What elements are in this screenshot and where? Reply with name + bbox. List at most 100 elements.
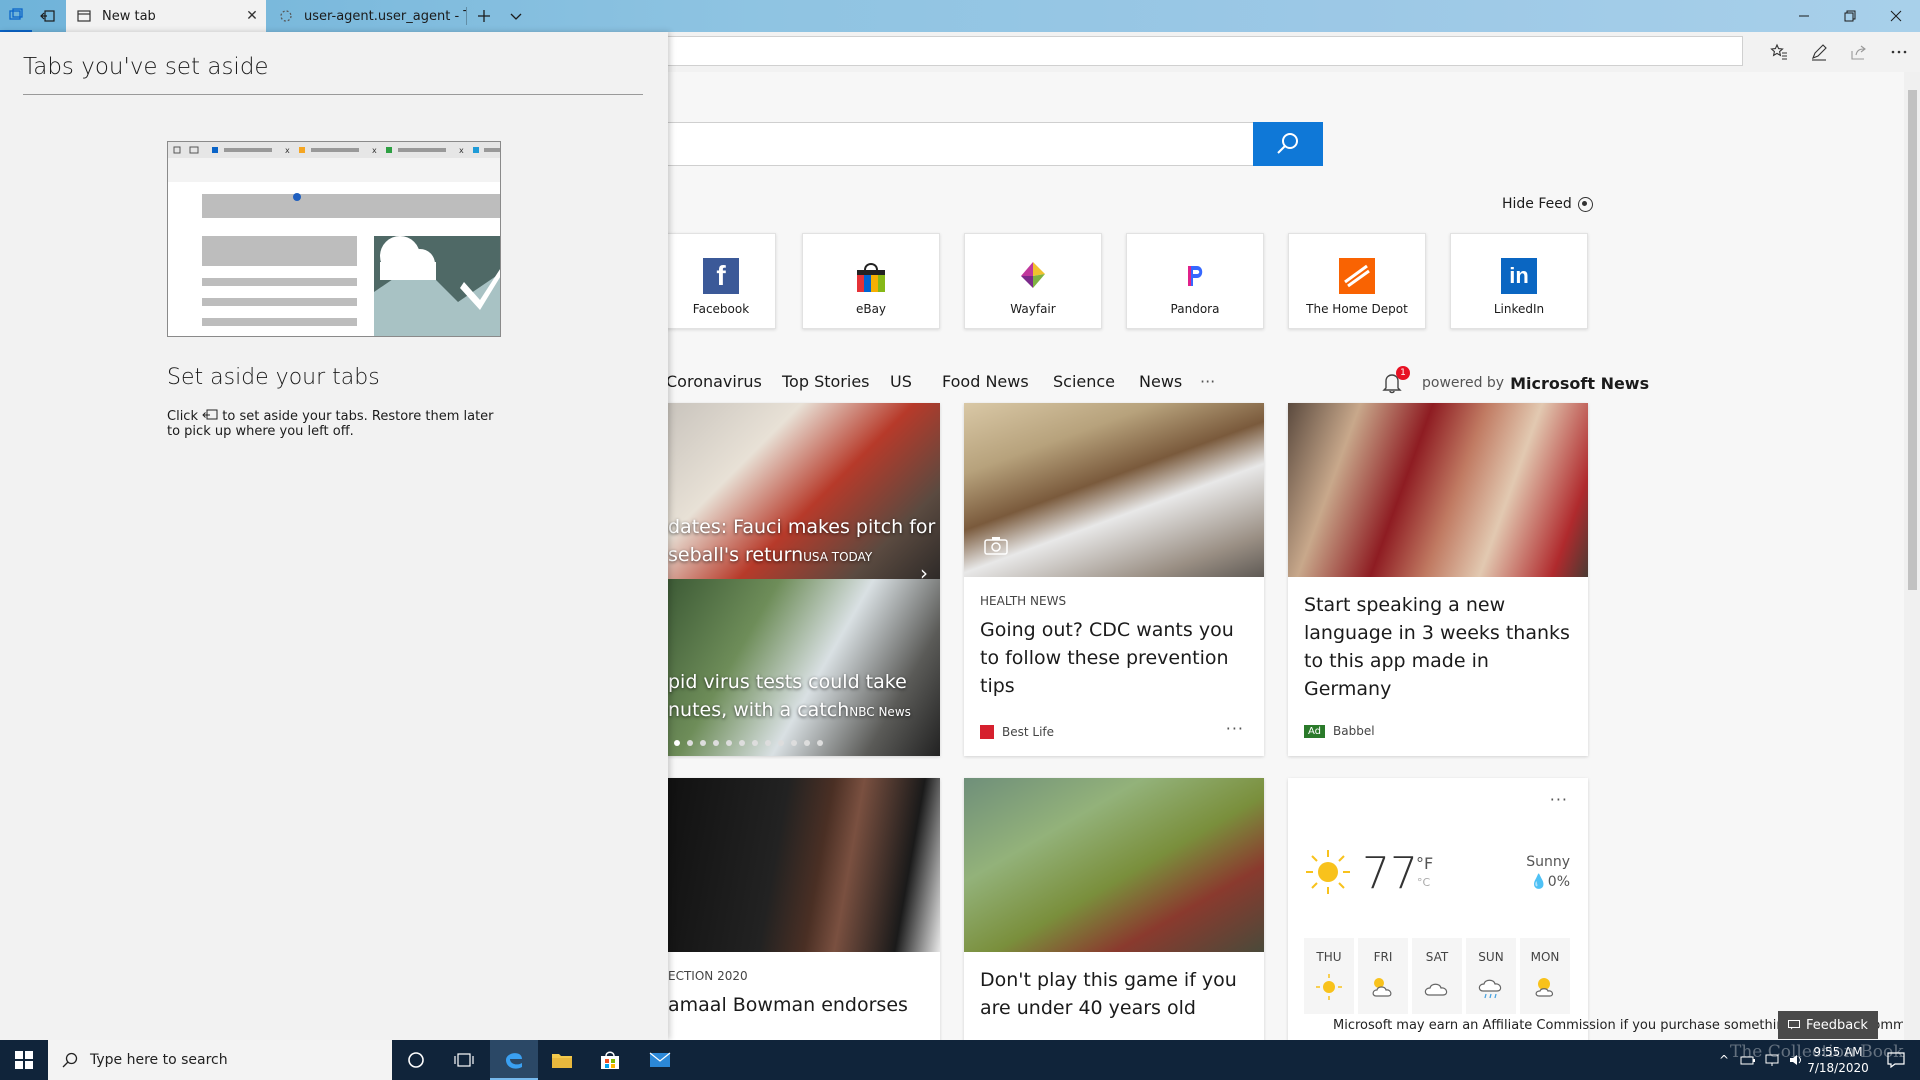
mail-icon[interactable]	[636, 1040, 684, 1080]
tab-separator	[466, 7, 467, 25]
card-headline[interactable]: Start speaking a new language in 3 weeks…	[1304, 591, 1574, 703]
sun-icon	[1304, 848, 1352, 900]
tile-label: The Home Depot	[1306, 302, 1408, 316]
feedback-label: Feedback	[1806, 1017, 1868, 1033]
hide-feed-button[interactable]: Hide Feed	[1502, 196, 1593, 212]
close-icon[interactable]	[1873, 0, 1919, 32]
minimize-icon[interactable]	[1781, 0, 1827, 32]
powered-by: 1 powered by Microsoft News	[1382, 366, 1649, 394]
ad-card-game[interactable]: Don't play this game if you are under 40…	[964, 778, 1264, 1040]
card-category: ECTION 2020	[668, 969, 748, 983]
edge-browser-icon[interactable]	[490, 1040, 538, 1080]
source-name: Babbel	[1333, 724, 1375, 738]
raindrop-icon: 💧	[1530, 874, 1548, 890]
microsoft-store-icon[interactable]	[586, 1040, 634, 1080]
ad-card-babbel[interactable]: Start speaking a new language in 3 weeks…	[1288, 403, 1588, 756]
nav-news[interactable]: News	[1139, 372, 1182, 391]
tab-user-agent[interactable]: user-agent.user_agent - The	[268, 0, 466, 32]
tile-home-depot[interactable]: The Home Depot	[1288, 233, 1426, 329]
carousel-headline-1[interactable]: dates: Fauci makes pitch for seball's re…	[668, 513, 935, 571]
taskbar-search-placeholder: Type here to search	[90, 1052, 228, 1068]
chevron-down-icon[interactable]	[500, 0, 532, 32]
tile-pandora[interactable]: Pandora	[1126, 233, 1264, 329]
carousel-headline-2[interactable]: pid virus tests could take nutes, with a…	[668, 668, 911, 726]
tile-wayfair[interactable]: Wayfair	[964, 233, 1102, 329]
forecast-day-label: MON	[1530, 950, 1560, 964]
windows-start-icon[interactable]	[0, 1040, 48, 1080]
news-card-election[interactable]: ECTION 2020 amaal Bowman endorses	[668, 778, 940, 1040]
address-input[interactable]	[668, 36, 1743, 66]
card-more-button[interactable]: ···	[1226, 719, 1244, 738]
nav-us[interactable]: US	[890, 372, 912, 391]
chevron-right-icon[interactable]: ›	[920, 561, 928, 585]
tile-facebook[interactable]: f Facebook	[668, 233, 776, 329]
nav-coronavirus[interactable]: Coronavirus	[668, 372, 762, 391]
weather-more-button[interactable]: ···	[1550, 790, 1568, 809]
weather-card[interactable]: ··· 77 °F °C Sunny 💧0% THU FRI SAT SUN M…	[1288, 778, 1588, 1040]
forecast-day-thu[interactable]: THU	[1304, 938, 1354, 1014]
carousel-title-line: nutes, with a catch	[668, 699, 850, 721]
forecast-day-label: SAT	[1425, 950, 1449, 964]
powered-brand[interactable]: Microsoft News	[1510, 374, 1649, 393]
partly-cloudy-icon	[1372, 978, 1392, 997]
set-aside-tabs-icon[interactable]	[32, 0, 64, 32]
feedback-button[interactable]: Feedback	[1778, 1011, 1878, 1039]
tab-view-icon[interactable]	[0, 0, 32, 32]
svg-text:x: x	[372, 146, 377, 155]
tab-close-icon[interactable]: ✕	[238, 8, 266, 24]
favorites-star-icon[interactable]	[1762, 36, 1796, 68]
cdc-article-image	[964, 403, 1264, 577]
nav-science[interactable]: Science	[1053, 372, 1115, 391]
tile-label: LinkedIn	[1493, 302, 1545, 316]
unit-celsius[interactable]: °C	[1417, 876, 1430, 889]
pen-icon[interactable]	[1802, 36, 1836, 68]
weather-temperature: 77	[1362, 848, 1418, 899]
news-carousel[interactable]: dates: Fauci makes pitch for seball's re…	[668, 403, 940, 756]
share-icon[interactable]	[1842, 36, 1876, 68]
nav-more[interactable]: ···	[1200, 372, 1215, 391]
unit-fahrenheit[interactable]: °F	[1416, 854, 1433, 873]
nav-food-news[interactable]: Food News	[942, 372, 1029, 391]
powered-prefix: powered by	[1422, 375, 1505, 391]
more-icon[interactable]	[1882, 36, 1916, 68]
news-card-cdc[interactable]: HEALTH NEWS Going out? CDC wants you to …	[964, 403, 1264, 756]
wayfair-logo-icon	[1015, 258, 1051, 294]
new-tab-plus-icon[interactable]	[468, 0, 500, 32]
carousel-title-line: pid virus tests could take	[668, 671, 907, 693]
web-search-input[interactable]	[668, 122, 1254, 166]
panel-divider	[23, 94, 643, 95]
new-tab-page: Hide Feed f Facebook eBay Wayfair Pandor…	[668, 72, 1920, 1040]
cortana-icon[interactable]	[392, 1040, 440, 1080]
ebay-bag-icon	[853, 258, 889, 294]
forecast-day-sat[interactable]: SAT	[1412, 938, 1462, 1014]
restore-icon[interactable]	[1827, 0, 1873, 32]
taskbar-search-box[interactable]: Type here to search	[48, 1040, 392, 1080]
forecast-day-fri[interactable]: FRI	[1358, 938, 1408, 1014]
title-bar: New tab ✕ user-agent.user_agent - The	[0, 0, 1920, 32]
task-view-icon[interactable]	[440, 1040, 488, 1080]
babbel-ad-image	[1288, 403, 1588, 577]
linkedin-logo-icon: in	[1501, 258, 1537, 294]
scrollbar-thumb[interactable]	[1908, 90, 1917, 590]
page-scrollbar[interactable]	[1904, 72, 1920, 1040]
sun-icon	[1316, 974, 1342, 1000]
notification-bell[interactable]: 1	[1382, 366, 1410, 394]
forecast-day-sun[interactable]: SUN	[1466, 938, 1516, 1014]
tile-ebay[interactable]: eBay	[802, 233, 940, 329]
tile-linkedin[interactable]: in LinkedIn	[1450, 233, 1588, 329]
tab-new-tab[interactable]: New tab ✕	[66, 0, 266, 32]
precip-text: 0%	[1547, 874, 1570, 890]
card-headline[interactable]: Going out? CDC wants you to follow these…	[980, 616, 1250, 700]
set-aside-heading: Set aside your tabs	[167, 365, 380, 390]
card-headline[interactable]: amaal Bowman endorses	[668, 991, 926, 1019]
election-article-image	[668, 778, 940, 952]
nav-top-stories[interactable]: Top Stories	[782, 372, 870, 391]
forecast-day-mon[interactable]: MON	[1520, 938, 1570, 1014]
search-button[interactable]	[1253, 122, 1323, 166]
hide-feed-label: Hide Feed	[1502, 196, 1572, 212]
tile-label: Facebook	[692, 302, 750, 316]
source-name: Best Life	[1002, 725, 1055, 739]
card-headline[interactable]: Don't play this game if you are under 40…	[980, 966, 1250, 1022]
file-explorer-icon[interactable]	[538, 1040, 586, 1080]
ad-badge: Ad	[1304, 724, 1326, 738]
